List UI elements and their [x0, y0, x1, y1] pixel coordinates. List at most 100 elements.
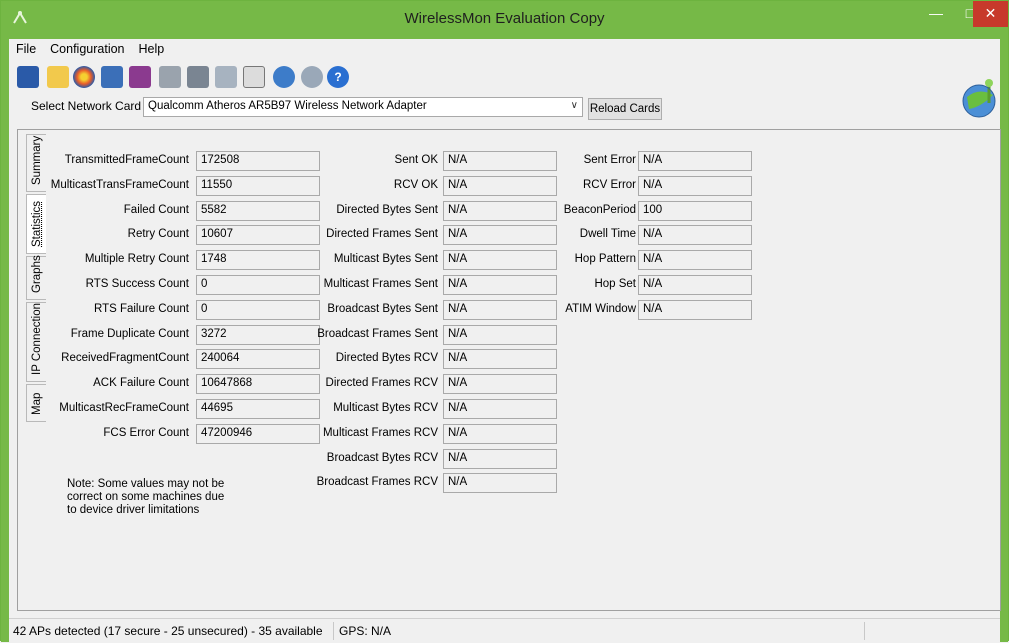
stat-label: RTS Success Count: [85, 278, 189, 290]
menu-bar: File Configuration Help: [9, 39, 1000, 61]
stat-value-field[interactable]: N/A: [638, 275, 752, 295]
window-border-left: [1, 39, 9, 642]
title-bar[interactable]: WirelessMon Evaluation Copy — □ ✕: [1, 1, 1008, 39]
network-card-2-icon[interactable]: [129, 66, 151, 88]
tab-map-label: Map: [31, 392, 43, 415]
driver-note: Note: Some values may not be correct on …: [67, 478, 225, 516]
stat-label: RTS Failure Count: [93, 302, 189, 315]
stat-value-field[interactable]: N/A: [638, 225, 752, 246]
wirelessmon-logo-icon: [959, 77, 1003, 121]
network-card-label: Select Network Card: [31, 99, 142, 113]
stat-value-field[interactable]: N/A: [638, 299, 752, 320]
stat-value-field[interactable]: 100: [638, 200, 752, 221]
stat-label: Broadcast Frames Sent: [317, 327, 438, 340]
stat-value-field[interactable]: N/A: [638, 151, 752, 171]
stat-value-field[interactable]: 10607: [196, 225, 320, 246]
stat-label: TransmittedFrameCount: [64, 154, 189, 166]
stat-label: Multicast Frames Sent: [323, 278, 438, 290]
status-gps: GPS: N/A: [339, 624, 392, 638]
network-card-select[interactable]: Qualcomm Atheros AR5B97 Wireless Network…: [143, 97, 583, 117]
stat-label: ACK Failure Count: [93, 377, 189, 390]
status-aps: 42 APs detected (17 secure - 25 unsecure…: [13, 624, 323, 638]
stat-value-field[interactable]: 240064: [196, 349, 320, 370]
stat-value-field[interactable]: N/A: [443, 175, 557, 196]
export-icon[interactable]: [159, 66, 181, 88]
chevron-down-icon[interactable]: ∨: [571, 100, 578, 111]
app-window: WirelessMon Evaluation Copy — □ ✕ File Co…: [0, 0, 1009, 643]
stat-value-field[interactable]: 44695: [196, 399, 320, 419]
network-card-icon[interactable]: [101, 66, 123, 88]
stat-value-field[interactable]: N/A: [443, 200, 557, 221]
minimize-button[interactable]: —: [919, 1, 953, 27]
stat-value-field[interactable]: N/A: [638, 175, 752, 196]
open-folder-icon[interactable]: [47, 66, 69, 88]
stat-value-field[interactable]: 11550: [196, 175, 320, 196]
tab-graphs-label: Graphs: [31, 255, 43, 293]
stat-label: Multicast Bytes Sent: [333, 253, 438, 266]
stat-value-field[interactable]: 3272: [196, 324, 320, 345]
globe-icon[interactable]: [273, 66, 295, 88]
stat-label: Broadcast Frames RCV: [316, 476, 438, 489]
stat-label: Retry Count: [127, 228, 189, 241]
stat-value-field[interactable]: N/A: [443, 299, 557, 320]
stat-label: Hop Set: [594, 278, 636, 290]
tab-statistics-label: Statistics: [31, 200, 43, 247]
stat-label: Directed Bytes Sent: [336, 203, 438, 216]
tab-statistics[interactable]: Statistics: [26, 194, 46, 254]
stat-value-field[interactable]: N/A: [443, 473, 557, 494]
status-bar: 42 APs detected (17 secure - 25 unsecure…: [9, 618, 1000, 643]
tab-summary[interactable]: Summary: [26, 134, 46, 192]
stat-value-field[interactable]: 0: [196, 275, 320, 295]
stat-value-field[interactable]: N/A: [443, 374, 557, 395]
stat-label: MulticastRecFrameCount: [59, 402, 189, 414]
stat-value-field[interactable]: 0: [196, 299, 320, 320]
stat-value-field[interactable]: N/A: [443, 399, 557, 419]
stat-value-field[interactable]: 1748: [196, 250, 320, 271]
stat-value-field[interactable]: 47200946: [196, 423, 320, 444]
stat-value-field[interactable]: N/A: [443, 151, 557, 171]
stat-label: MulticastTransFrameCount: [50, 178, 189, 191]
tab-summary-label: Summary: [31, 135, 43, 185]
stat-label: FCS Error Count: [103, 426, 189, 439]
stat-label: Hop Pattern: [574, 253, 636, 266]
stat-value-field[interactable]: N/A: [638, 250, 752, 271]
stat-label: RCV OK: [393, 178, 438, 191]
stat-label: Sent OK: [394, 154, 438, 166]
stat-value-field[interactable]: N/A: [443, 324, 557, 345]
stat-label: Multicast Frames RCV: [322, 426, 438, 439]
stat-label: RCV Error: [582, 178, 636, 191]
menu-help[interactable]: Help: [132, 39, 172, 59]
stat-value-field[interactable]: 5582: [196, 200, 320, 221]
stat-value-field[interactable]: N/A: [443, 225, 557, 246]
stat-label: BeaconPeriod: [563, 203, 636, 216]
stat-label: Directed Frames Sent: [326, 228, 438, 241]
stat-value-field[interactable]: N/A: [443, 448, 557, 469]
stat-label: ReceivedFragmentCount: [61, 352, 189, 365]
stat-value-field[interactable]: N/A: [443, 423, 557, 444]
stat-label: Directed Bytes RCV: [335, 352, 438, 365]
status-divider: [333, 622, 334, 640]
tab-map[interactable]: Map: [26, 384, 46, 422]
tab-ip-connection[interactable]: IP Connection: [26, 302, 46, 382]
clipboard-icon[interactable]: [243, 66, 265, 88]
reload-cards-button[interactable]: Reload Cards: [588, 98, 662, 120]
target-icon[interactable]: [73, 66, 95, 88]
save-icon[interactable]: [17, 66, 39, 88]
stat-value-field[interactable]: N/A: [443, 250, 557, 271]
close-button[interactable]: ✕: [973, 1, 1008, 27]
stat-value-field[interactable]: N/A: [443, 349, 557, 370]
stat-label: ATIM Window: [565, 302, 636, 315]
stat-label: Sent Error: [583, 154, 636, 166]
window-title: WirelessMon Evaluation Copy: [404, 10, 605, 27]
tab-graphs[interactable]: Graphs: [26, 255, 46, 300]
stat-label: Broadcast Bytes RCV: [326, 451, 438, 464]
stat-value-field[interactable]: 172508: [196, 151, 320, 171]
print-icon[interactable]: [187, 66, 209, 88]
stat-value-field[interactable]: 10647868: [196, 374, 320, 395]
checklist-icon[interactable]: [215, 66, 237, 88]
menu-file[interactable]: File: [9, 39, 43, 59]
stat-value-field[interactable]: N/A: [443, 275, 557, 295]
menu-configuration[interactable]: Configuration: [43, 39, 131, 59]
help-icon[interactable]: ?: [327, 66, 349, 88]
globe-2-icon[interactable]: [301, 66, 323, 88]
